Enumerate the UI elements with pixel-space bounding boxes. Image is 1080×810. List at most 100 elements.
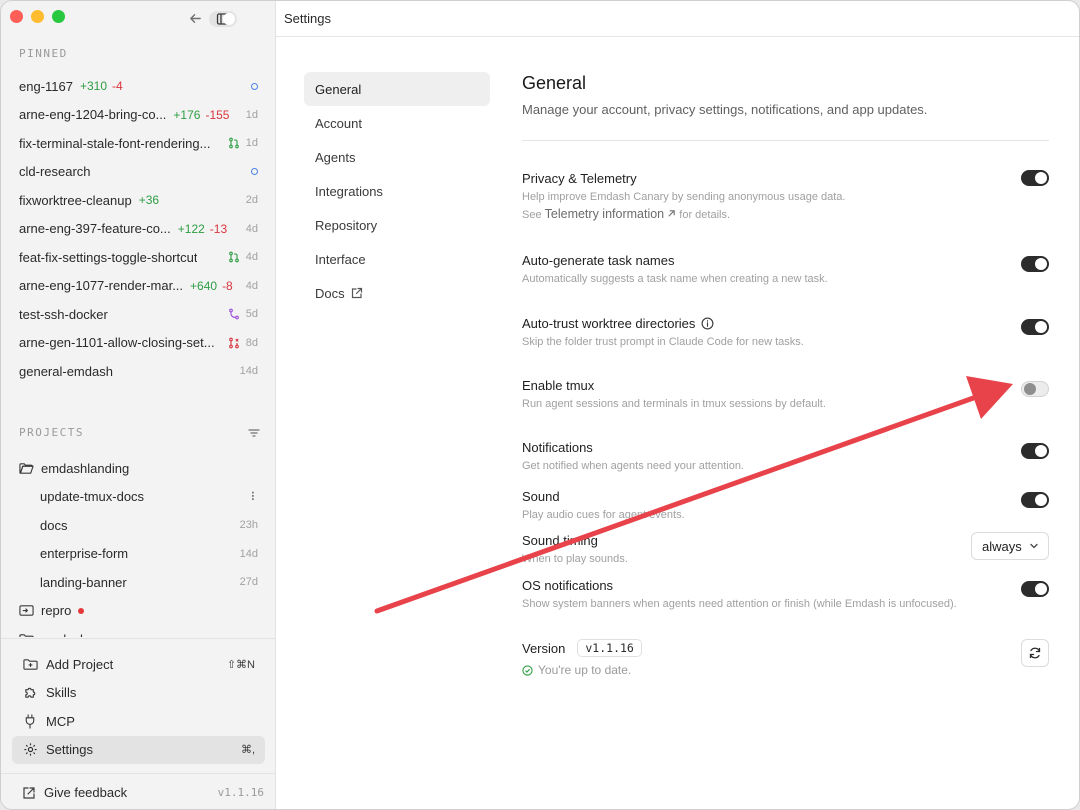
- setting-title: OS notifications: [522, 578, 614, 593]
- check-circle-icon: [522, 664, 533, 676]
- pinned-task-item[interactable]: cld-research: [1, 158, 276, 187]
- task-meta: 1d: [246, 109, 258, 121]
- see-text: See: [522, 209, 542, 221]
- task-name: general-emdash: [19, 363, 113, 379]
- pull-request-icon: [228, 251, 239, 263]
- os-notifications-toggle[interactable]: [1021, 581, 1049, 597]
- project-name: emdash: [41, 632, 87, 637]
- pinned-list: eng-1167 +310 -4 arne-eng-1204-bring-co... +…: [1, 72, 276, 386]
- window-controls: [10, 10, 65, 23]
- pinned-task-item[interactable]: arne-eng-1077-render-mar... +640 -8 4d: [1, 272, 276, 301]
- tab-integrations[interactable]: Integrations: [304, 174, 490, 208]
- project-task-item[interactable]: docs 23h: [1, 511, 276, 540]
- task-name: enterprise-form: [40, 546, 129, 562]
- settings-button[interactable]: Settings ⌘,: [12, 735, 265, 764]
- setting-version: Version v1.1.16 You're up to date.: [522, 639, 1049, 677]
- task-name: cld-research: [19, 164, 91, 180]
- task-age: 5d: [245, 308, 258, 321]
- task-name: landing-banner: [40, 574, 127, 590]
- project-name: emdashlanding: [41, 460, 130, 476]
- project-task-item[interactable]: enterprise-form 14d: [1, 540, 276, 569]
- task-age: 14d: [239, 365, 258, 378]
- sound-toggle[interactable]: [1021, 492, 1049, 508]
- task-age: 14d: [239, 547, 258, 560]
- task-name: fixworktree-cleanup: [19, 192, 132, 208]
- pinned-task-item[interactable]: arne-eng-397-feature-co... +122 -13 4d: [1, 215, 276, 244]
- info-icon[interactable]: [701, 317, 714, 330]
- close-window-button[interactable]: [10, 10, 23, 23]
- project-task-item[interactable]: landing-banner 27d: [1, 568, 276, 597]
- setting-notifications: Notifications Get notified when agents n…: [522, 440, 1049, 472]
- mcp-button[interactable]: MCP: [12, 707, 265, 736]
- setting-description: Run agent sessions and terminals in tmux…: [522, 398, 826, 410]
- general-header: General Manage your account, privacy set…: [522, 73, 1049, 117]
- task-age: 8d: [245, 336, 258, 349]
- autogen-toggle[interactable]: [1021, 256, 1049, 272]
- projects-section-label: PROJECTS: [19, 426, 84, 439]
- tmux-toggle[interactable]: [1021, 381, 1049, 397]
- gear-icon: [22, 742, 38, 758]
- settings-label: Settings: [46, 742, 93, 758]
- minimize-window-button[interactable]: [31, 10, 44, 23]
- skills-button[interactable]: Skills: [12, 679, 265, 708]
- status-dot-icon: [251, 82, 258, 90]
- pinned-task-item[interactable]: feat-fix-settings-toggle-shortcut 4d: [1, 243, 276, 272]
- task-meta: 1d: [228, 137, 258, 149]
- project-folder-repro[interactable]: repro: [1, 597, 276, 626]
- arrow-up-right-icon: [668, 210, 675, 217]
- projects-list: emdashlanding update-tmux-docs ⠇ docs 23h en…: [1, 454, 276, 637]
- give-feedback-button[interactable]: Give feedback v1.1.16: [1, 773, 276, 809]
- lines-removed: -4: [112, 79, 123, 94]
- setting-title: Notifications: [522, 440, 593, 455]
- task-age: 4d: [245, 222, 258, 235]
- setting-description: Get notified when agents need your atten…: [522, 460, 744, 472]
- history-controls: [183, 6, 237, 31]
- tab-interface[interactable]: Interface: [304, 242, 490, 276]
- pinned-task-item[interactable]: fix-terminal-stale-font-rendering... 1d: [1, 129, 276, 158]
- setting-description: Play audio cues for agent events.: [522, 509, 685, 521]
- back-button[interactable]: [183, 6, 208, 31]
- version-label: Version: [522, 640, 566, 656]
- lines-added: +36: [138, 193, 160, 208]
- update-status-text: You're up to date.: [538, 663, 632, 677]
- details-text: for details.: [679, 209, 731, 221]
- autotrust-toggle[interactable]: [1021, 319, 1049, 335]
- telemetry-line: See Telemetry information for details.: [522, 207, 1049, 221]
- pinned-task-item[interactable]: arne-gen-1101-allow-closing-set... 8d: [1, 329, 276, 358]
- sound-timing-select[interactable]: always: [971, 532, 1049, 560]
- tab-docs[interactable]: Docs: [304, 276, 490, 310]
- lines-added: +122: [177, 221, 205, 236]
- task-age: 2d: [245, 194, 258, 207]
- arrow-left-icon: [190, 14, 201, 23]
- pinned-task-item[interactable]: fixworktree-cleanup +36 2d: [1, 186, 276, 215]
- tab-general[interactable]: General: [304, 72, 490, 106]
- setting-tmux: Enable tmux Run agent sessions and termi…: [522, 378, 1049, 410]
- pinned-task-item[interactable]: eng-1167 +310 -4: [1, 72, 276, 101]
- add-project-button[interactable]: Add Project ⇧⌘N: [12, 650, 265, 679]
- project-folder-emdash[interactable]: emdash: [1, 625, 276, 637]
- project-folder-emdashlanding[interactable]: emdashlanding: [1, 454, 276, 483]
- add-project-label: Add Project: [46, 656, 114, 672]
- check-updates-button[interactable]: [1021, 639, 1049, 667]
- branch-icon: [228, 308, 239, 320]
- tab-repository[interactable]: Repository: [304, 208, 490, 242]
- telemetry-info-link[interactable]: Telemetry information: [545, 207, 665, 221]
- pinned-task-item[interactable]: general-emdash 14d: [1, 357, 276, 386]
- pinned-task-item[interactable]: test-ssh-docker 5d: [1, 300, 276, 329]
- select-value: always: [982, 538, 1022, 554]
- toggle-sidebar-button[interactable]: [209, 10, 237, 27]
- project-task-item[interactable]: update-tmux-docs ⠇: [1, 483, 276, 512]
- privacy-toggle[interactable]: [1021, 170, 1049, 186]
- notifications-toggle[interactable]: [1021, 443, 1049, 459]
- tab-agents[interactable]: Agents: [304, 140, 490, 174]
- setting-autogen-names: Auto-generate task names Automatically s…: [522, 253, 1049, 285]
- folder-icon: [19, 634, 34, 637]
- pinned-task-item[interactable]: arne-eng-1204-bring-co... +176 -155 1d: [1, 101, 276, 130]
- setting-title: Sound: [522, 489, 560, 504]
- filter-icon[interactable]: [248, 427, 260, 439]
- status-dot: [78, 607, 85, 614]
- zoom-window-button[interactable]: [52, 10, 65, 23]
- task-name: test-ssh-docker: [19, 306, 108, 322]
- drag-handle-icon[interactable]: ⠇: [250, 490, 259, 504]
- tab-account[interactable]: Account: [304, 106, 490, 140]
